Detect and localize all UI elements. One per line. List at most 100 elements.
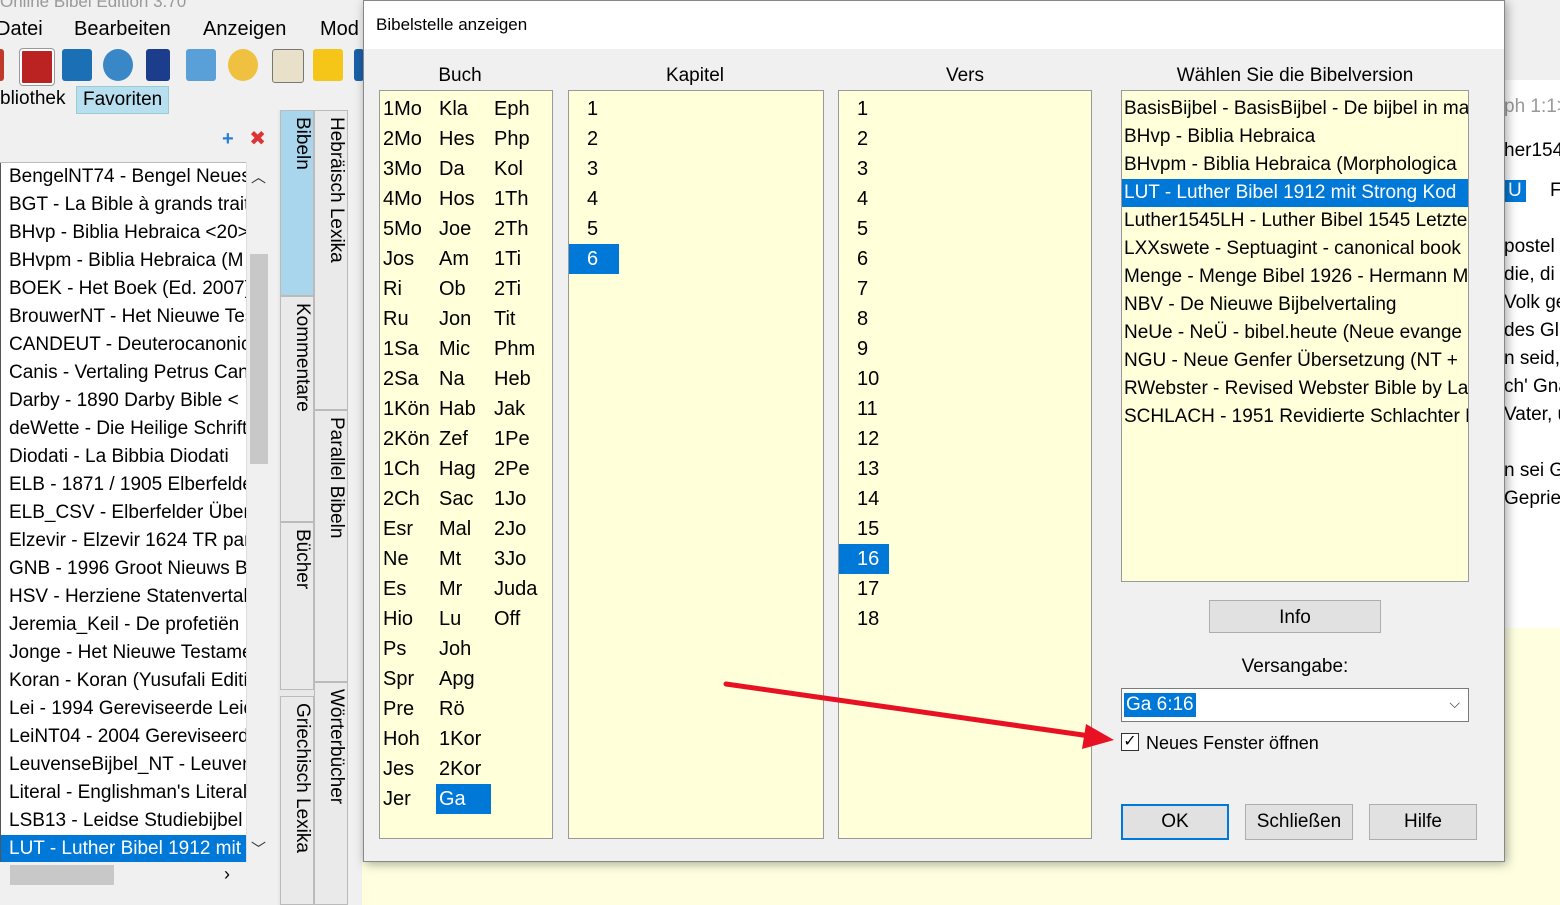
chapter-item[interactable]: 6 xyxy=(569,244,619,274)
bible-list-item[interactable]: Darby - 1890 Darby Bible < xyxy=(0,387,246,415)
book-item[interactable]: Off xyxy=(491,604,551,634)
notes-icon[interactable] xyxy=(186,49,216,81)
scroll-down-icon[interactable]: ﹀ xyxy=(251,838,266,859)
menu-datei[interactable]: Datei xyxy=(0,18,43,41)
verse-item[interactable]: 18 xyxy=(839,604,889,634)
menu-module[interactable]: Mod xyxy=(320,18,359,41)
book-item[interactable]: 1Jo xyxy=(491,484,551,514)
book-item[interactable]: 5Mo xyxy=(380,214,436,244)
verse-item[interactable]: 4 xyxy=(839,184,889,214)
bible-list-item[interactable]: Literal - Englishman's Literal xyxy=(0,779,246,807)
book-item[interactable]: 1Ti xyxy=(491,244,551,274)
scroll-right-icon[interactable]: › xyxy=(224,864,230,885)
verse-item[interactable]: 2 xyxy=(839,124,889,154)
verse-item[interactable]: 12 xyxy=(839,424,889,454)
book-item[interactable]: Pre xyxy=(380,694,436,724)
book-item[interactable]: 1Mo xyxy=(380,94,436,124)
vtab-parallel-bibeln[interactable]: Parallel Bibeln xyxy=(314,410,348,682)
bible-list-item[interactable]: ELB_CSV - Elberfelder Übersetzung xyxy=(0,499,246,527)
verse-item[interactable]: 9 xyxy=(839,334,889,364)
book-item[interactable]: 4Mo xyxy=(380,184,436,214)
chapter-item[interactable]: 3 xyxy=(569,154,619,184)
pane-tab[interactable]: U xyxy=(1504,180,1526,202)
version-item[interactable]: RWebster - Revised Webster Bible by La xyxy=(1122,375,1468,403)
vtab-hebraeisch-lexika[interactable]: Hebräisch Lexika xyxy=(314,110,348,410)
book-item[interactable]: Rö xyxy=(436,694,491,724)
scroll-up-icon[interactable]: ︿ xyxy=(251,166,266,187)
ok-button[interactable]: OK xyxy=(1121,804,1229,840)
verse-item[interactable]: 17 xyxy=(839,574,889,604)
menu-bearbeiten[interactable]: Bearbeiten xyxy=(74,18,171,41)
verse-list[interactable]: 1 2 3 4 5 6 7 8 9 10 11 12 13 14 15 16 17 18 xyxy=(838,90,1092,839)
verse-item[interactable]: 14 xyxy=(839,484,889,514)
bible-list-hscrollbar[interactable]: › xyxy=(0,862,270,888)
tab-bibliothek[interactable]: bliothek xyxy=(0,86,72,112)
book-item[interactable]: 3Jo xyxy=(491,544,551,574)
book-item[interactable]: Lu xyxy=(436,604,491,634)
book-item[interactable]: Ne xyxy=(380,544,436,574)
vtab-griechisch-lexika[interactable]: Griechisch Lexika xyxy=(280,696,314,905)
book-item[interactable]: 1Pe xyxy=(491,424,551,454)
book-list[interactable]: 1Mo Kla Eph 2Mo Hes Php 3Mo Da Kol 4Mo Hos 1Th 5Mo Jo… xyxy=(379,90,553,839)
book-item[interactable]: 2Pe xyxy=(491,454,551,484)
book-item[interactable]: Apg xyxy=(436,664,491,694)
book-item[interactable]: Jes xyxy=(380,754,436,784)
book-item[interactable]: Eph xyxy=(491,94,551,124)
bible-list-item[interactable]: deWette - Die Heilige Schrift xyxy=(0,415,246,443)
reference-value[interactable]: Ga 6:16 xyxy=(1124,693,1196,717)
book-blue-icon[interactable] xyxy=(62,49,92,81)
book-item[interactable]: Jon xyxy=(436,304,491,334)
bible-list-item[interactable]: GNB - 1996 Groot Nieuws Bijbel xyxy=(0,555,246,583)
version-item[interactable]: BasisBijbel - BasisBijbel - De bijbel in… xyxy=(1122,95,1468,123)
delete-icon[interactable]: ✖ xyxy=(249,128,266,150)
globe-icon[interactable] xyxy=(103,49,133,81)
book-item[interactable]: Mic xyxy=(436,334,491,364)
book-item[interactable]: Spr xyxy=(380,664,436,694)
hscroll-thumb[interactable] xyxy=(10,865,114,885)
version-item[interactable]: LUT - Luther Bibel 1912 mit Strong Kod xyxy=(1122,179,1468,207)
bible-list-item[interactable]: BengelNT74 - Bengel Neues Testament xyxy=(0,163,246,191)
book-item[interactable]: Kol xyxy=(491,154,551,184)
book-item[interactable]: 1Sa xyxy=(380,334,436,364)
version-item[interactable]: Luther1545LH - Luther Bibel 1545 Letzte xyxy=(1122,207,1468,235)
close-button[interactable]: Schließen xyxy=(1245,804,1353,840)
book-item[interactable]: Joh xyxy=(436,634,491,664)
bible-list-item[interactable]: Lei - 1994 Gereviseerde Leidse xyxy=(0,695,246,723)
search-icon[interactable] xyxy=(228,49,258,81)
tab-favoriten[interactable]: Favoriten xyxy=(76,86,170,114)
bible-list-item[interactable]: CANDEUT - Deuterocanonical xyxy=(0,331,246,359)
verse-item[interactable]: 16 xyxy=(839,544,889,574)
book-item[interactable]: 2Ti xyxy=(491,274,551,304)
book-item[interactable]: 2Kön xyxy=(380,424,436,454)
bible-list-item[interactable]: LUT - Luther Bibel 1912 mit xyxy=(0,835,246,863)
version-item[interactable]: NeUe - NeÜ - bibel.heute (Neue evange xyxy=(1122,319,1468,347)
menu-anzeigen[interactable]: Anzeigen xyxy=(203,18,286,41)
book-item[interactable]: Php xyxy=(491,124,551,154)
book-item[interactable]: 1Ch xyxy=(380,454,436,484)
book-item[interactable]: Jos xyxy=(380,244,436,274)
book-item[interactable]: Esr xyxy=(380,514,436,544)
book-item[interactable]: Heb xyxy=(491,364,551,394)
chevron-down-icon[interactable]: ⌵ xyxy=(1449,695,1460,712)
bible-list-item[interactable]: LeiNT04 - 2004 Gereviseerde xyxy=(0,723,246,751)
version-item[interactable]: Menge - Menge Bibel 1926 - Hermann M xyxy=(1122,263,1468,291)
book-item[interactable]: 2Ch xyxy=(380,484,436,514)
highlight-icon[interactable] xyxy=(313,49,343,81)
bible-list-item[interactable]: Koran - Koran (Yusufali Edition xyxy=(0,667,246,695)
verse-item[interactable]: 8 xyxy=(839,304,889,334)
book-item[interactable]: Mal xyxy=(436,514,491,544)
verse-item[interactable]: 7 xyxy=(839,274,889,304)
bible-list-item[interactable]: BOEK - Het Boek (Ed. 2007) xyxy=(0,275,246,303)
bookmark-icon[interactable] xyxy=(0,49,4,81)
book-item[interactable]: Mt xyxy=(436,544,491,574)
version-item[interactable]: BHvp - Biblia Hebraica xyxy=(1122,123,1468,151)
book-item[interactable]: 2Mo xyxy=(380,124,436,154)
book-item[interactable]: Zef xyxy=(436,424,491,454)
version-item[interactable]: BHvpm - Biblia Hebraica (Morphologica xyxy=(1122,151,1468,179)
book-red-icon[interactable] xyxy=(20,49,54,85)
chapter-item[interactable]: 5 xyxy=(569,214,619,244)
new-window-checkbox[interactable]: ✓ xyxy=(1121,733,1139,751)
book-item[interactable]: Hes xyxy=(436,124,491,154)
version-item[interactable]: NBV - De Nieuwe Bijbelvertaling xyxy=(1122,291,1468,319)
verse-item[interactable]: 3 xyxy=(839,154,889,184)
